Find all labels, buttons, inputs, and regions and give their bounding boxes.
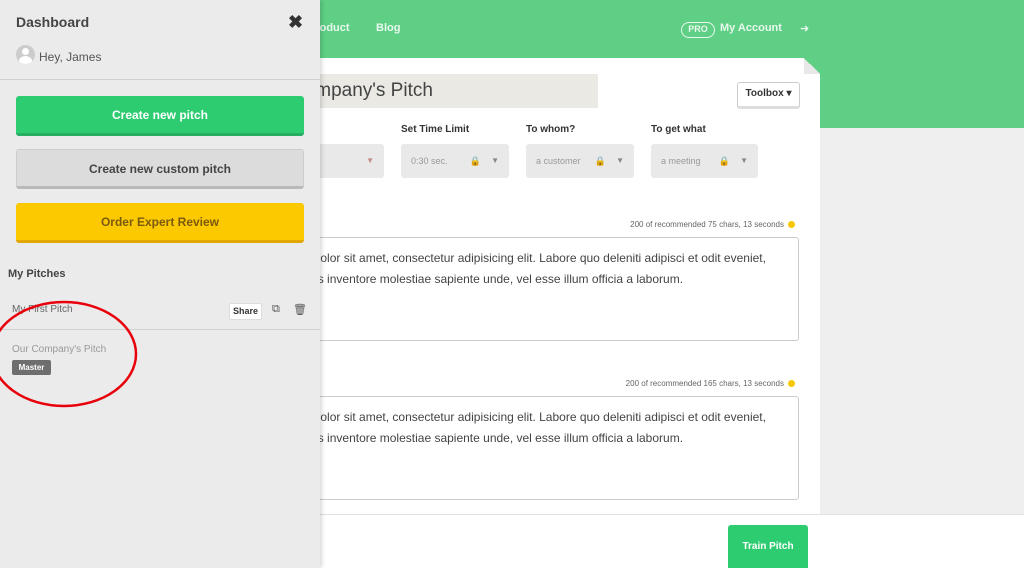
to-get-what-select[interactable]: a meeting 🔒 ▼	[651, 144, 758, 178]
pitch-section-textarea[interactable]: Lorem ipsum dolor sit amet, consectetur …	[300, 396, 799, 500]
share-button[interactable]: Share	[229, 303, 262, 320]
textarea-line: eaque in veritatis inventore molestiae s…	[301, 272, 684, 286]
copy-icon[interactable]: ⧉	[272, 303, 280, 316]
char-counter: 200 of recommended 75 chars, 13 seconds	[630, 220, 795, 229]
to-get-what-value: a meeting	[661, 156, 701, 166]
toolbox-dropdown-button[interactable]: Toolbox ▾	[737, 82, 800, 109]
pitch-list-item[interactable]: My First Pitch Share ⧉ 🗑	[0, 296, 320, 330]
time-limit-value: 0:30 sec.	[411, 156, 448, 166]
dashboard-sidebar: Dashboard ✖ Hey, James Create new pitch …	[0, 0, 320, 568]
pitch-title-input[interactable]: Our Company's Pitch	[300, 74, 598, 108]
chevron-down-icon: ▼	[740, 156, 748, 165]
my-pitches-heading: My Pitches	[8, 268, 66, 280]
user-greeting: Hey, James	[39, 50, 102, 64]
pro-badge: PRO	[681, 22, 715, 38]
sidebar-title: Dashboard	[16, 14, 90, 30]
sign-out-icon[interactable]: ➜	[800, 22, 809, 35]
to-get-what-label: To get what	[651, 124, 706, 135]
textarea-line-wrap: eaque in veritatis inventore molestiae s…	[301, 428, 798, 449]
create-new-pitch-button[interactable]: Create new pitch	[16, 96, 304, 136]
lock-icon: 🔒	[718, 156, 730, 166]
textarea-line: Lorem ipsum dolor sit amet, consectetur …	[301, 251, 766, 265]
pitch-editor-card: Our Company's Pitch Toolbox ▾ Set Time L…	[300, 58, 820, 518]
nav-link-blog[interactable]: Blog	[376, 22, 400, 34]
nav-link-my-account[interactable]: My Account	[720, 22, 782, 34]
status-dot-icon	[788, 380, 795, 388]
pitch-list-item[interactable]: Our Company's Pitch Master	[0, 331, 320, 381]
avatar	[16, 45, 35, 64]
lock-icon: 🔒	[594, 156, 606, 166]
time-limit-select[interactable]: 0:30 sec. 🔒 ▼	[401, 144, 509, 178]
sidebar-header: Dashboard ✖ Hey, James	[0, 0, 320, 80]
chevron-down-icon: ▼	[366, 156, 374, 165]
to-whom-select[interactable]: a customer 🔒 ▼	[526, 144, 634, 178]
pitch-name[interactable]: My First Pitch	[12, 304, 73, 315]
chevron-down-icon: ▼	[491, 156, 499, 165]
char-counter: 200 of recommended 165 chars, 13 seconds	[626, 379, 795, 388]
order-expert-review-button[interactable]: Order Expert Review	[16, 203, 304, 243]
char-counter-text: 200 of recommended 165 chars, 13 seconds	[625, 379, 784, 388]
lock-icon: 🔒	[469, 156, 481, 166]
textarea-line-wrap: eaque in veritatis inventore molestiae s…	[301, 269, 798, 290]
trash-icon[interactable]: 🗑	[293, 303, 307, 316]
to-whom-label: To whom?	[526, 124, 576, 135]
close-icon[interactable]: ✖	[288, 12, 303, 33]
char-counter-text: 200 of recommended 75 chars, 13 seconds	[630, 220, 784, 229]
master-badge: Master	[12, 360, 51, 375]
chevron-down-icon: ▼	[616, 156, 624, 165]
page-fold-corner	[804, 58, 820, 74]
pitch-name[interactable]: Our Company's Pitch	[12, 344, 106, 355]
create-custom-pitch-button[interactable]: Create new custom pitch	[16, 149, 304, 189]
pitch-section-textarea[interactable]: Lorem ipsum dolor sit amet, consectetur …	[300, 237, 799, 341]
textarea-line: eaque in veritatis inventore molestiae s…	[301, 431, 684, 445]
textarea-line: Lorem ipsum dolor sit amet, consectetur …	[301, 410, 766, 424]
train-pitch-button[interactable]: Train Pitch	[728, 525, 808, 568]
time-limit-label: Set Time Limit	[401, 124, 470, 135]
to-whom-value: a customer	[536, 156, 581, 166]
status-dot-icon	[788, 221, 795, 229]
